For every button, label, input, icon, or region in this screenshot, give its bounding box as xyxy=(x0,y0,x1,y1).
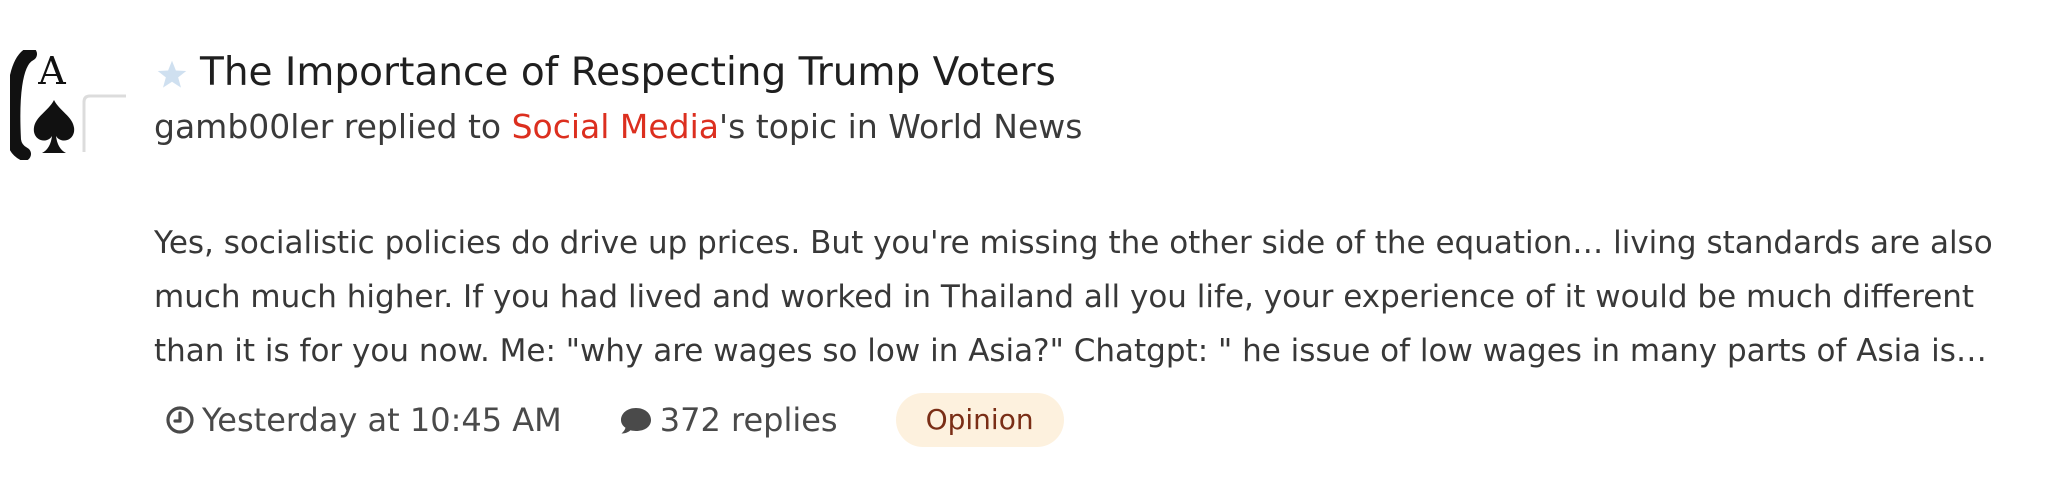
reply-count: 372 replies xyxy=(618,401,838,439)
activity-meta: gamb00ler replied to Social Media's topi… xyxy=(154,102,2014,152)
timestamp[interactable]: Yesterday at 10:45 AM xyxy=(164,401,562,439)
title-row: The Importance of Respecting Trump Voter… xyxy=(154,44,2014,100)
activity-stats: Yesterday at 10:45 AM 372 replies Opinio… xyxy=(164,392,1064,448)
tag-badge[interactable]: Opinion xyxy=(895,393,1064,447)
avatar[interactable]: A xyxy=(10,50,126,160)
forum-link[interactable]: World News xyxy=(888,107,1082,146)
action-text: replied to xyxy=(333,107,512,146)
card-rank-letter: A xyxy=(37,50,66,93)
comment-icon xyxy=(620,408,651,434)
activity-content: The Importance of Respecting Trump Voter… xyxy=(154,44,2014,378)
activity-item: A The Importance of Respecting Trump Vot… xyxy=(0,0,2048,498)
original-author-link[interactable]: Social Media xyxy=(512,107,719,146)
author-link[interactable]: gamb00ler xyxy=(154,107,333,146)
clock-icon xyxy=(166,406,194,434)
ace-of-spades-card-icon: A xyxy=(10,50,126,160)
topic-in-text: 's topic in xyxy=(719,107,889,146)
topic-title-link[interactable]: The Importance of Respecting Trump Voter… xyxy=(200,50,1056,95)
timestamp-text: Yesterday at 10:45 AM xyxy=(202,401,562,439)
post-snippet: Yes, socialistic policies do drive up pr… xyxy=(154,225,1993,369)
reply-count-text: 372 replies xyxy=(659,401,838,439)
star-icon[interactable] xyxy=(154,57,190,93)
